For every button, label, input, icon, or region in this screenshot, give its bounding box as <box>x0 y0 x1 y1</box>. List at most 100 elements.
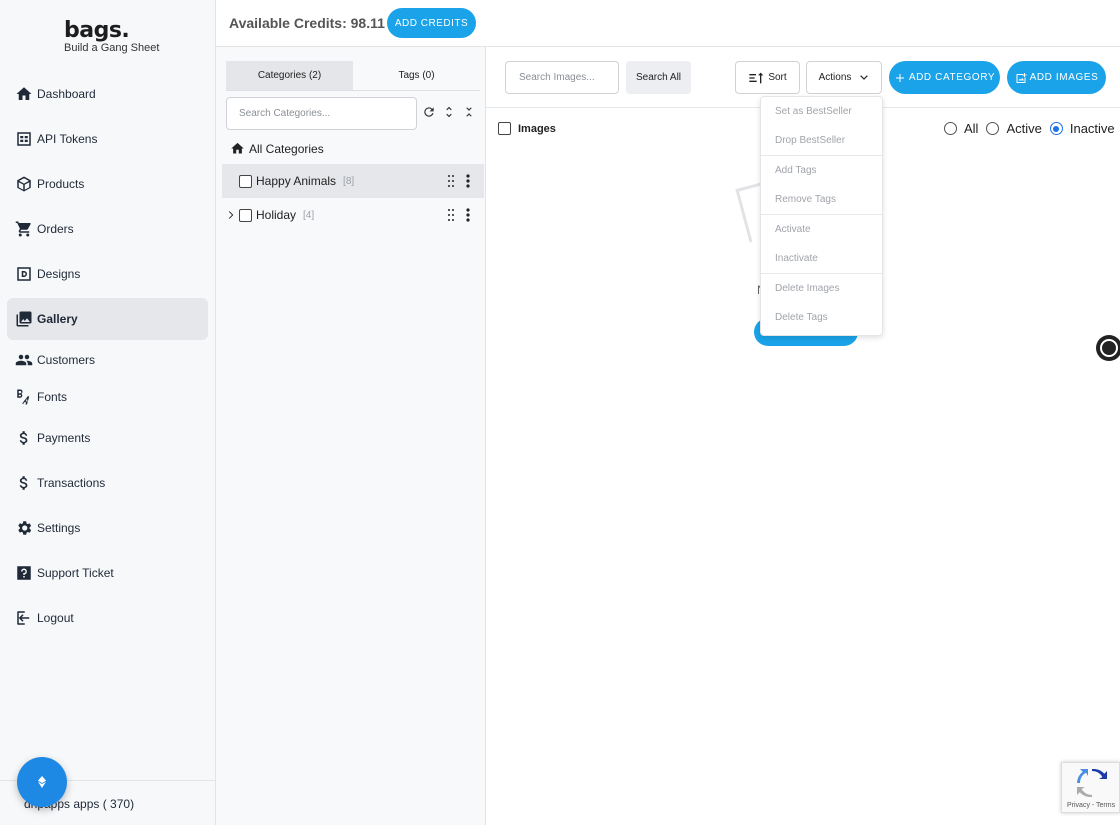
sidebar-item-label: Designs <box>37 267 81 281</box>
menu-item-delete-images[interactable]: Delete Images <box>761 274 882 303</box>
api-icon <box>17 132 31 146</box>
tab-divider <box>226 90 480 91</box>
add-category-button[interactable]: ADD CATEGORY <box>889 61 1000 94</box>
category-count: [8] <box>343 175 355 187</box>
sidebar-item-label: API Tokens <box>37 132 98 146</box>
sidebar-item-payments[interactable]: Payments <box>7 417 208 459</box>
category-name: Happy Animals <box>256 174 337 188</box>
brand-tagline: Build a Gang Sheet <box>64 42 160 54</box>
add-photo-icon <box>1016 72 1027 83</box>
screen-record-button[interactable] <box>1096 335 1120 361</box>
recaptcha-links[interactable]: Privacy - Terms <box>1067 802 1115 809</box>
image-search-input[interactable]: Search Images... <box>505 61 619 94</box>
sidebar-item-customers[interactable]: Customers <box>7 339 208 381</box>
sidebar-item-label: Fonts <box>37 390 68 404</box>
more-options-icon[interactable] <box>466 174 470 188</box>
credits-label: Available Credits: 98.11 <box>229 15 385 31</box>
sidebar-item-products[interactable]: Products <box>7 163 208 205</box>
category-pane: Categories (2) Tags (0) Search Categorie… <box>216 47 486 825</box>
select-all-images[interactable]: Images <box>498 122 556 135</box>
home-icon <box>16 87 32 100</box>
design-icon <box>17 267 31 281</box>
chat-widget-button[interactable] <box>17 757 67 807</box>
sidebar-item-settings[interactable]: Settings <box>7 507 208 549</box>
collapse-icon[interactable] <box>462 105 476 119</box>
filter-inactive-label[interactable]: Inactive <box>1070 121 1115 136</box>
sidebar-item-label: Logout <box>37 611 74 625</box>
menu-item-activate[interactable]: Activate <box>761 215 882 244</box>
home-icon <box>231 142 244 154</box>
filter-active-radio[interactable] <box>986 122 1000 135</box>
dollar-icon <box>19 431 28 445</box>
filter-active-label[interactable]: Active <box>1006 121 1041 136</box>
filter-all-label[interactable]: All <box>964 121 978 136</box>
sort-button[interactable]: Sort <box>735 61 800 94</box>
sidebar-item-designs[interactable]: Designs <box>7 253 208 295</box>
add-images-label: ADD IMAGES <box>1029 72 1099 83</box>
credits-display: Available Credits: 98.11 <box>229 15 402 31</box>
plus-icon <box>895 73 904 82</box>
sidebar-item-transactions[interactable]: Transactions <box>7 462 208 504</box>
status-filter: All Active Inactive <box>944 121 1120 136</box>
dollar-icon <box>19 476 28 490</box>
menu-item-inactivate[interactable]: Inactivate <box>761 244 882 273</box>
category-checkbox[interactable] <box>239 174 252 188</box>
drag-handle-icon[interactable] <box>448 175 454 187</box>
all-categories-label: All Categories <box>249 141 324 156</box>
sidebar-item-label: Support Ticket <box>37 566 114 580</box>
sidebar-item-support-ticket[interactable]: Support Ticket <box>7 552 208 594</box>
actions-menu: Set as BestSeller Drop BestSeller Add Ta… <box>760 96 883 336</box>
more-options-icon[interactable] <box>466 208 470 222</box>
top-bar: Available Credits: 98.11 ADD CREDITS <box>216 0 1120 47</box>
filter-all-radio[interactable] <box>944 122 957 135</box>
sidebar-item-logout[interactable]: Logout <box>7 597 208 639</box>
menu-item-add-tags[interactable]: Add Tags <box>761 156 882 185</box>
sidebar-item-label: Transactions <box>37 476 106 490</box>
actions-button[interactable]: Actions <box>806 61 882 94</box>
category-row[interactable]: Holiday [4] <box>222 198 484 232</box>
tab-categories[interactable]: Categories (2) <box>226 61 353 90</box>
category-checkbox[interactable] <box>239 208 252 222</box>
font-icon <box>17 389 30 405</box>
sidebar-item-label: Dashboard <box>37 87 96 101</box>
category-row[interactable]: Happy Animals [8] <box>222 164 484 198</box>
brand-logo[interactable]: bags. Build a Gang Sheet <box>64 18 159 54</box>
people-icon <box>15 354 33 366</box>
sidebar: bags. Build a Gang Sheet Dashboard API T… <box>0 0 216 825</box>
images-label: Images <box>518 122 556 135</box>
refresh-icon[interactable] <box>422 105 436 119</box>
menu-item-set-bestseller[interactable]: Set as BestSeller <box>761 97 882 126</box>
logout-icon <box>17 611 30 625</box>
sidebar-item-label: Payments <box>37 431 91 445</box>
sidebar-item-api-tokens[interactable]: API Tokens <box>7 118 208 160</box>
drag-handle-icon[interactable] <box>448 209 454 221</box>
tab-tags[interactable]: Tags (0) <box>353 61 480 90</box>
all-categories-item[interactable]: All Categories <box>230 141 324 156</box>
sidebar-item-dashboard[interactable]: Dashboard <box>7 73 208 115</box>
add-category-label: ADD CATEGORY <box>908 72 996 83</box>
search-all-button[interactable]: Search All <box>626 61 691 94</box>
add-images-button[interactable]: ADD IMAGES <box>1007 61 1106 94</box>
sidebar-item-fonts[interactable]: Fonts <box>7 376 208 418</box>
recaptcha-badge[interactable]: Privacy - Terms <box>1061 762 1120 813</box>
chevron-down-icon <box>860 74 869 80</box>
menu-item-remove-tags[interactable]: Remove Tags <box>761 185 882 214</box>
actions-label: Actions <box>818 72 852 83</box>
chevron-right-icon[interactable] <box>226 210 236 220</box>
sidebar-item-gallery[interactable]: Gallery <box>7 298 208 340</box>
sidebar-item-label: Products <box>37 177 85 191</box>
sidebar-item-label: Orders <box>37 222 74 236</box>
sort-icon <box>749 72 764 83</box>
sidebar-item-orders[interactable]: Orders <box>7 208 208 250</box>
select-all-checkbox[interactable] <box>498 122 511 135</box>
gear-icon <box>18 521 32 535</box>
menu-item-delete-tags[interactable]: Delete Tags <box>761 303 882 332</box>
add-credits-button[interactable]: ADD CREDITS <box>387 8 476 38</box>
cube-icon <box>17 176 31 192</box>
recaptcha-icon <box>1077 769 1107 797</box>
filter-inactive-radio[interactable] <box>1049 122 1063 135</box>
sidebar-item-label: Customers <box>37 353 96 367</box>
expand-icon[interactable] <box>442 105 456 119</box>
category-search-input[interactable]: Search Categories... <box>226 97 417 130</box>
menu-item-drop-bestseller[interactable]: Drop BestSeller <box>761 126 882 155</box>
